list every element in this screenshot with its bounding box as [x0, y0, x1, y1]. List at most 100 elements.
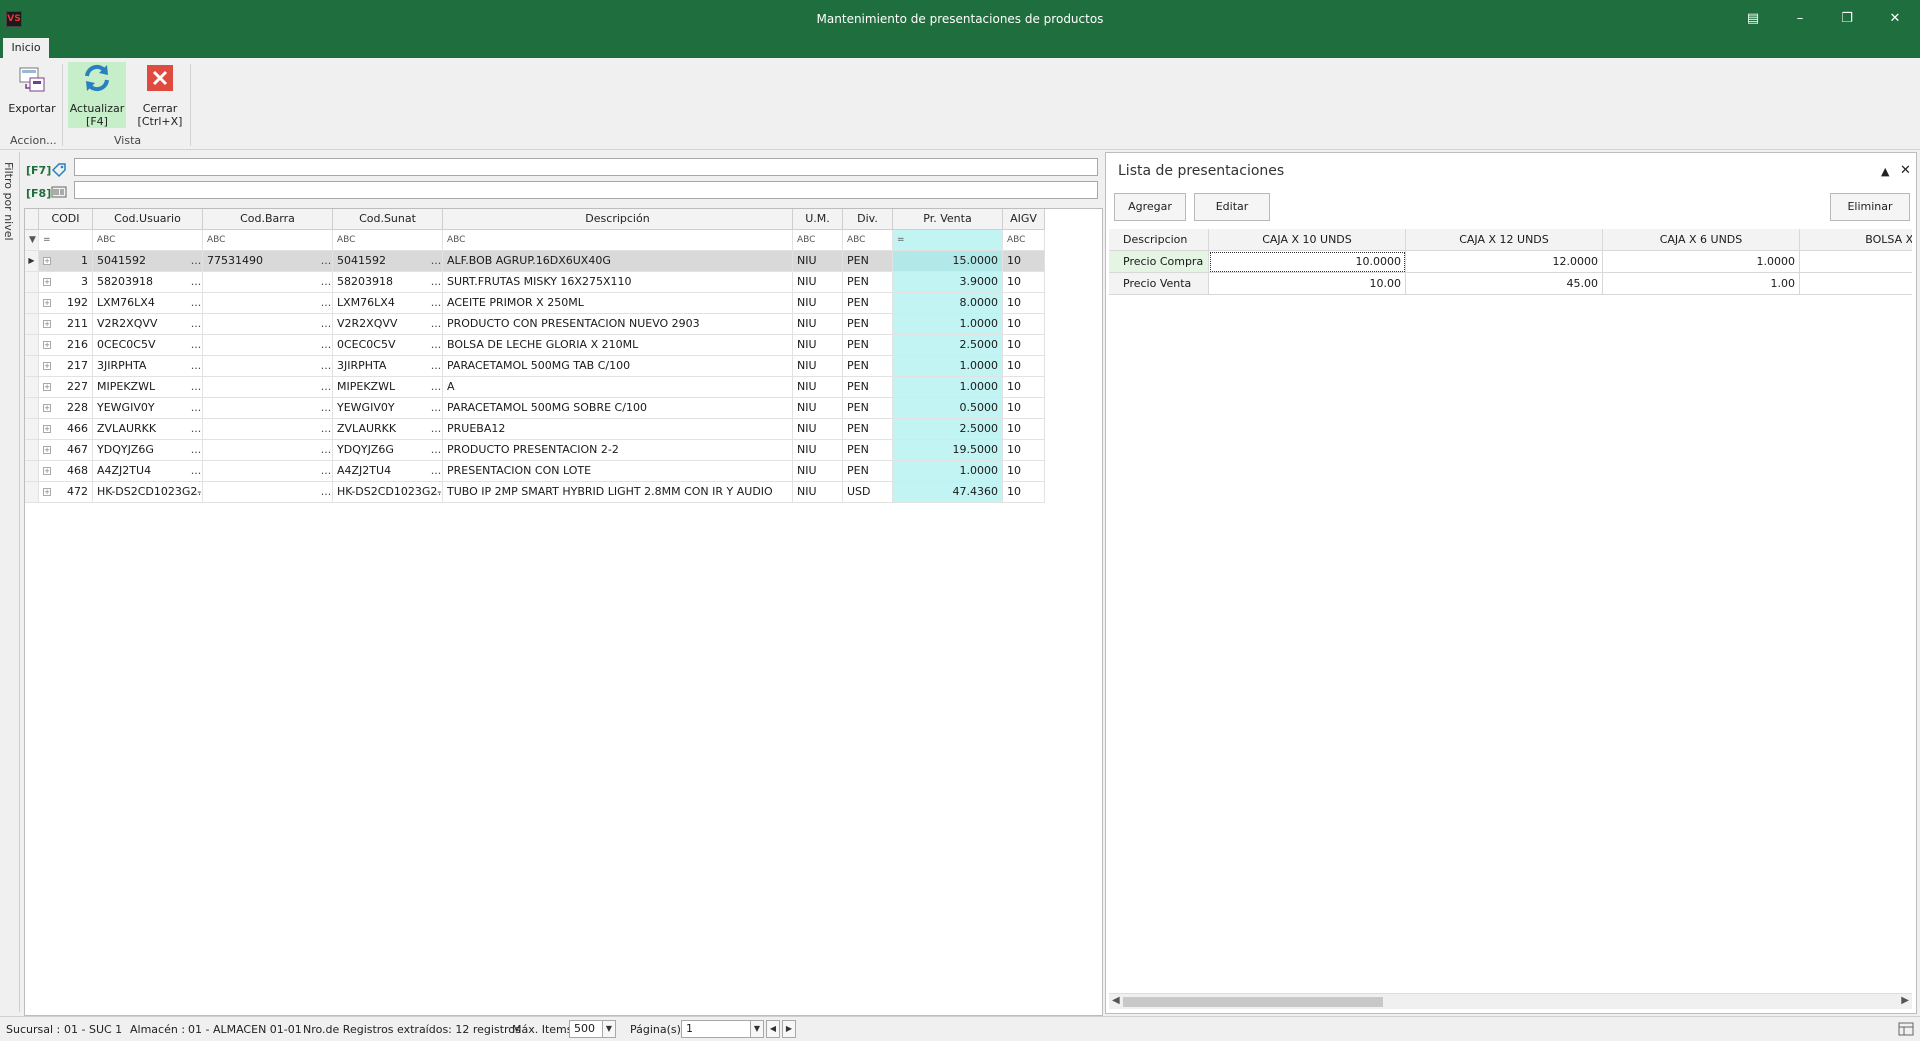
table-row[interactable]: 211 + V2R2XQVV...... V2R2XQVV... PRODUCTO CO…	[25, 314, 1045, 335]
pr-venta-cell[interactable]: 3.9000	[893, 272, 1003, 293]
cod-sunat-cell[interactable]: HK-DS2CD1023G2-......	[333, 482, 443, 503]
row-indicator[interactable]	[25, 440, 39, 461]
codi-cell[interactable]: 1 +	[39, 251, 93, 272]
cod-usuario-cell[interactable]: A4ZJ2TU4...	[93, 461, 203, 482]
cod-barra-cell[interactable]: ...	[203, 377, 333, 398]
header-codi[interactable]: CODI	[39, 209, 93, 230]
header-cod-barra[interactable]: Cod.Barra	[203, 209, 333, 230]
cod-usuario-cell[interactable]: 3JIRPHTA...	[93, 356, 203, 377]
div-cell[interactable]: PEN	[843, 251, 893, 272]
um-cell[interactable]: NIU	[793, 398, 843, 419]
header-cod-usuario[interactable]: Cod.Usuario	[93, 209, 203, 230]
aigv-cell[interactable]: 10	[1003, 356, 1045, 377]
actualizar-button[interactable]: Actualizar [F4]	[68, 62, 126, 128]
codi-cell[interactable]: 217 +	[39, 356, 93, 377]
ellipsis-button[interactable]: ...	[320, 461, 332, 481]
cod-usuario-cell[interactable]: ZVLAURKK...	[93, 419, 203, 440]
table-row[interactable]: 217 +3JIRPHTA...... 3JIRPHTA... PARACETAMOL…	[25, 356, 1045, 377]
ellipsis-button[interactable]: ...	[320, 335, 332, 355]
aigv-cell[interactable]: 10	[1003, 293, 1045, 314]
ellipsis-button[interactable]: ...	[190, 419, 202, 439]
previous-page-icon[interactable]: ◀	[766, 1020, 780, 1038]
ellipsis-button[interactable]: ...	[430, 251, 442, 271]
precio-compra-cell[interactable]: 1.0000	[1603, 251, 1800, 273]
ellipsis-button[interactable]: ...	[190, 398, 202, 418]
um-cell[interactable]: NIU	[793, 440, 843, 461]
header-aigv[interactable]: AIGV	[1003, 209, 1045, 230]
cod-barra-cell[interactable]: ...	[203, 293, 333, 314]
ellipsis-button[interactable]: ...	[320, 440, 332, 460]
um-cell[interactable]: NIU	[793, 419, 843, 440]
eliminar-button[interactable]: Eliminar	[1830, 193, 1910, 221]
codi-cell[interactable]: 211 +	[39, 314, 93, 335]
cod-usuario-cell[interactable]: YEWGIV0Y...	[93, 398, 203, 419]
pr-venta-cell[interactable]: 2.5000	[893, 335, 1003, 356]
filter-descripcion[interactable]: ABC	[443, 230, 793, 251]
f7-filter-input[interactable]	[74, 158, 1098, 176]
filter-cod-sunat[interactable]: ABC	[333, 230, 443, 251]
aigv-cell[interactable]: 10	[1003, 440, 1045, 461]
cod-barra-cell[interactable]: ...	[203, 398, 333, 419]
editar-button[interactable]: Editar	[1194, 193, 1270, 221]
um-cell[interactable]: NIU	[793, 272, 843, 293]
cod-sunat-cell[interactable]: 5041592...	[333, 251, 443, 272]
ellipsis-button[interactable]: ...	[320, 398, 332, 418]
um-cell[interactable]: NIU	[793, 461, 843, 482]
descripcion-cell[interactable]: BOLSA DE LECHE GLORIA X 210ML	[443, 335, 793, 356]
ellipsis-button[interactable]: ...	[190, 440, 202, 460]
cod-sunat-cell[interactable]: 3JIRPHTA...	[333, 356, 443, 377]
cod-usuario-cell[interactable]: 5041592...	[93, 251, 203, 272]
descripcion-cell[interactable]: A	[443, 377, 793, 398]
ellipsis-button[interactable]: ...	[320, 419, 332, 439]
expand-row-icon[interactable]: +	[43, 278, 51, 286]
codi-cell[interactable]: 466 +	[39, 419, 93, 440]
pr-venta-cell[interactable]: 2.5000	[893, 419, 1003, 440]
agregar-button[interactable]: Agregar	[1114, 193, 1186, 221]
ellipsis-button[interactable]: ...	[430, 482, 442, 502]
div-cell[interactable]: PEN	[843, 398, 893, 419]
table-row[interactable]: 467 + YDQYJZ6G...... YDQYJZ6G... PRODUCTO PR…	[25, 440, 1045, 461]
div-cell[interactable]: PEN	[843, 293, 893, 314]
header-pr-venta[interactable]: Pr. Venta	[893, 209, 1003, 230]
filter-um[interactable]: ABC	[793, 230, 843, 251]
tab-inicio[interactable]: Inicio	[3, 38, 49, 58]
ellipsis-button[interactable]: ...	[430, 377, 442, 397]
aigv-cell[interactable]: 10	[1003, 461, 1045, 482]
precio-venta-cell[interactable]: 10.00	[1209, 273, 1406, 295]
cod-usuario-cell[interactable]: HK-DS2CD1023G2-......	[93, 482, 203, 503]
codi-cell[interactable]: 467 +	[39, 440, 93, 461]
div-cell[interactable]: PEN	[843, 440, 893, 461]
descripcion-cell[interactable]: ACEITE PRIMOR X 250ML	[443, 293, 793, 314]
cod-sunat-cell[interactable]: 58203918...	[333, 272, 443, 293]
ellipsis-button[interactable]: ...	[430, 272, 442, 292]
ellipsis-button[interactable]: ...	[320, 356, 332, 376]
div-cell[interactable]: PEN	[843, 377, 893, 398]
next-page-icon[interactable]: ▶	[782, 1020, 796, 1038]
table-row[interactable]: 466 + ZVLAURKK...... ZVLAURKK... PRUEBA12 NIU…	[25, 419, 1045, 440]
cod-barra-cell[interactable]: ...	[203, 461, 333, 482]
expand-row-icon[interactable]: +	[43, 299, 51, 307]
um-cell[interactable]: NIU	[793, 482, 843, 503]
expand-row-icon[interactable]: +	[43, 383, 51, 391]
aigv-cell[interactable]: 10	[1003, 419, 1045, 440]
layout-icon[interactable]	[1898, 1022, 1914, 1036]
horizontal-scrollbar[interactable]: ◀ ▶	[1109, 993, 1912, 1009]
um-cell[interactable]: NIU	[793, 251, 843, 272]
cod-sunat-cell[interactable]: LXM76LX4...	[333, 293, 443, 314]
cod-barra-cell[interactable]: ...	[203, 335, 333, 356]
cod-barra-cell[interactable]: ...	[203, 314, 333, 335]
filtro-por-nivel-tab[interactable]: Filtro por nivel	[0, 152, 20, 1012]
pr-venta-cell[interactable]: 15.0000	[893, 251, 1003, 272]
pr-venta-cell[interactable]: 8.0000	[893, 293, 1003, 314]
ellipsis-button[interactable]: ...	[430, 335, 442, 355]
ellipsis-button[interactable]: ...	[190, 377, 202, 397]
expand-row-icon[interactable]: +	[43, 467, 51, 475]
ellipsis-button[interactable]: ...	[430, 293, 442, 313]
col-header[interactable]: CAJA X 10 UNDS	[1209, 229, 1406, 251]
cod-sunat-cell[interactable]: 0CEC0C5V...	[333, 335, 443, 356]
aigv-cell[interactable]: 10	[1003, 482, 1045, 503]
descripcion-cell[interactable]: ALF.BOB AGRUP.16DX6UX40G	[443, 251, 793, 272]
row-indicator[interactable]	[25, 377, 39, 398]
cod-sunat-cell[interactable]: A4ZJ2TU4...	[333, 461, 443, 482]
table-row[interactable]: ▶ 1 +5041592... 77531490... 5041592... ALF.BO…	[25, 251, 1045, 272]
